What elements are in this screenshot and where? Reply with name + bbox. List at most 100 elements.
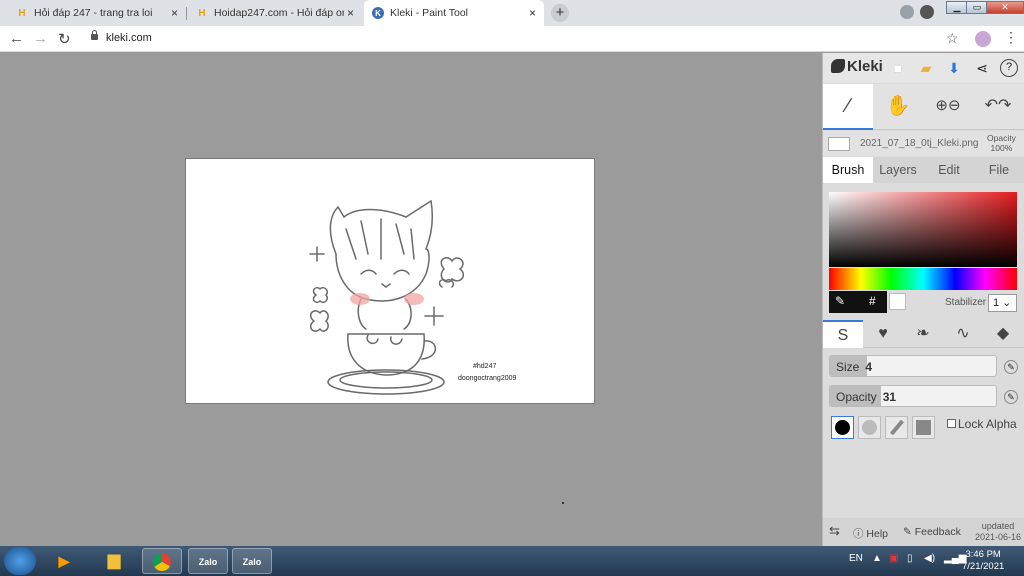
kleki-side-panel: Kleki ■ ▰ ⬇ ⋖ ? ∕ ✋ ⊕⊖ ↶↷ 2021_07_18_0tj… bbox=[822, 53, 1024, 546]
updated-date: 2021-06-16 bbox=[975, 532, 1022, 542]
updated-info: updated 2021-06-16 bbox=[975, 521, 1021, 543]
zalo-chat-taskbar-icon[interactable]: Zalo bbox=[232, 548, 272, 574]
opacity-label: Opacity bbox=[836, 390, 877, 404]
layer-opacity-label: Opacity bbox=[987, 133, 1016, 143]
close-icon[interactable]: × bbox=[347, 6, 354, 20]
share-icon[interactable]: ⋖ bbox=[973, 59, 991, 77]
tab-brush[interactable]: Brush bbox=[823, 157, 873, 183]
round-tip-icon[interactable] bbox=[831, 416, 854, 439]
tab-layers[interactable]: Layers bbox=[873, 157, 923, 183]
tab-title: Hoidap247.com - Hỏi đáp online bbox=[214, 7, 344, 19]
back-icon[interactable]: ← bbox=[9, 30, 24, 47]
forward-icon[interactable]: → bbox=[33, 30, 48, 47]
kleki-logo[interactable]: Kleki bbox=[831, 58, 883, 75]
clock-time: 3:46 PM bbox=[965, 549, 1001, 560]
color-saturation-picker[interactable] bbox=[829, 192, 1017, 267]
zalo-label: Zalo bbox=[198, 557, 218, 567]
profile-icon[interactable] bbox=[920, 5, 934, 19]
panel-footer: ⇆ ⓘ Help ✎ Feedback updated 2021-06-16 bbox=[823, 518, 1024, 546]
zoom-icon[interactable]: ⊕⊖ bbox=[923, 84, 973, 130]
new-tab-button[interactable]: + bbox=[551, 4, 569, 22]
language-indicator[interactable]: EN bbox=[849, 553, 863, 564]
hue-slider[interactable] bbox=[829, 268, 1017, 290]
tool-bar: ∕ ✋ ⊕⊖ ↶↷ bbox=[823, 84, 1024, 130]
tab-file[interactable]: File bbox=[974, 157, 1024, 183]
tab-edit[interactable]: Edit bbox=[924, 157, 974, 183]
feedback-link[interactable]: ✎ Feedback bbox=[903, 526, 961, 538]
minimize-button[interactable]: ▁ bbox=[946, 1, 968, 14]
secondary-color-swatch[interactable] bbox=[889, 293, 906, 310]
pen-brush-icon[interactable]: S bbox=[823, 320, 863, 348]
hand-tool-icon[interactable]: ✋ bbox=[873, 84, 923, 130]
close-icon[interactable]: × bbox=[529, 6, 536, 20]
cat-drawing bbox=[309, 199, 464, 395]
tab-hoidap247-traloi[interactable]: H Hỏi đáp 247 - trang tra loi × bbox=[8, 0, 186, 26]
feedback-label: Feedback bbox=[914, 526, 961, 538]
canvas-workspace[interactable]: #hd247 doongoctrang2009 bbox=[0, 53, 822, 546]
lock-icon[interactable] bbox=[91, 30, 98, 40]
chisel-tip-icon[interactable] bbox=[885, 416, 908, 439]
file-explorer-icon[interactable]: ▆ bbox=[94, 548, 134, 574]
lock-alpha-checkbox[interactable]: Lock Alpha bbox=[947, 417, 1017, 431]
zalo-chat-label: Zalo bbox=[242, 557, 262, 567]
menu-icon[interactable]: ⋮ bbox=[1004, 29, 1018, 46]
square-tip-icon[interactable] bbox=[912, 416, 935, 439]
zalo-taskbar-icon[interactable]: Zalo bbox=[188, 548, 228, 574]
stabilizer-select[interactable]: 1 ⌄ bbox=[988, 294, 1017, 312]
volume-icon[interactable]: ◀) bbox=[924, 553, 935, 564]
brush-tool-icon[interactable]: ∕ bbox=[823, 84, 873, 130]
close-icon[interactable]: × bbox=[171, 6, 178, 20]
file-name: 2021_07_18_0tj_Kleki.png bbox=[860, 138, 979, 149]
layer-info: 2021_07_18_0tj_Kleki.png Opacity 100% bbox=[823, 131, 1024, 156]
reload-icon[interactable]: ↻ bbox=[58, 30, 71, 48]
stabilizer-value: 1 bbox=[993, 297, 1000, 309]
start-button[interactable] bbox=[4, 547, 36, 575]
battery-icon[interactable]: ▯ bbox=[907, 553, 913, 564]
tab-kleki[interactable]: K Kleki - Paint Tool × bbox=[364, 0, 544, 26]
size-label: Size bbox=[836, 360, 860, 374]
extension-icon[interactable] bbox=[900, 5, 914, 19]
maximize-button[interactable]: ▭ bbox=[966, 1, 988, 14]
bookmark-star-icon[interactable]: ☆ bbox=[946, 30, 959, 47]
sketchy-brush-icon[interactable]: ❧ bbox=[903, 320, 943, 348]
new-image-icon[interactable]: ■ bbox=[889, 59, 907, 77]
stabilizer-label: Stabilizer bbox=[945, 297, 987, 308]
help-icon[interactable]: ? bbox=[1000, 59, 1018, 77]
eraser-icon[interactable]: ◆ bbox=[983, 320, 1023, 348]
browser-toolbar: ← → ↻ kleki.com ☆ ⋮ bbox=[0, 26, 1024, 52]
size-slider[interactable]: Size 4 bbox=[829, 355, 997, 377]
pixel-brush-icon[interactable]: ∿ bbox=[943, 320, 983, 348]
hex-input-button[interactable]: # bbox=[869, 294, 876, 308]
layer-opacity: Opacity 100% bbox=[987, 133, 1016, 153]
opacity-pressure-toggle-icon[interactable]: ✎ bbox=[1004, 390, 1018, 404]
checkbox-box[interactable] bbox=[947, 419, 956, 428]
drawing-canvas[interactable]: #hd247 doongoctrang2009 bbox=[185, 158, 595, 404]
download-icon[interactable]: ⬇ bbox=[945, 59, 963, 77]
kleki-favicon-icon: K bbox=[372, 7, 384, 19]
tab-hoidap247-online[interactable]: H Hoidap247.com - Hỏi đáp online × bbox=[188, 0, 362, 26]
help-link[interactable]: ⓘ Help bbox=[853, 526, 888, 541]
help-label: Help bbox=[866, 528, 889, 540]
size-pressure-toggle-icon[interactable]: ✎ bbox=[1004, 360, 1018, 374]
tray-app-icon[interactable]: ▣ bbox=[889, 553, 898, 564]
soft-tip-icon[interactable] bbox=[858, 416, 881, 439]
system-clock[interactable]: 3:46 PM 7/21/2021 bbox=[962, 549, 1004, 573]
size-value: 4 bbox=[865, 360, 873, 374]
address-bar[interactable]: kleki.com bbox=[106, 32, 152, 44]
undo-redo-icon[interactable]: ↶↷ bbox=[973, 84, 1023, 130]
avatar[interactable] bbox=[975, 31, 991, 47]
chrome-taskbar-icon[interactable] bbox=[142, 548, 182, 574]
open-folder-icon[interactable]: ▰ bbox=[917, 59, 935, 77]
eyedropper-icon[interactable]: ✎ bbox=[835, 294, 845, 308]
layer-thumbnail[interactable] bbox=[828, 137, 850, 151]
cursor-dot bbox=[562, 502, 564, 504]
signature-hashtag: #hd247 bbox=[473, 363, 497, 370]
media-player-icon[interactable]: ▶ bbox=[44, 548, 84, 574]
window-close-button[interactable]: ✕ bbox=[986, 1, 1024, 14]
tab-divider bbox=[186, 7, 187, 20]
swap-sides-icon[interactable]: ⇆ bbox=[829, 523, 840, 539]
blend-brush-icon[interactable]: ♥ bbox=[863, 320, 903, 348]
tray-expand-icon[interactable]: ▲ bbox=[872, 553, 882, 564]
opacity-slider[interactable]: Opacity 31 bbox=[829, 385, 997, 407]
logo-text: Kleki bbox=[847, 58, 883, 75]
